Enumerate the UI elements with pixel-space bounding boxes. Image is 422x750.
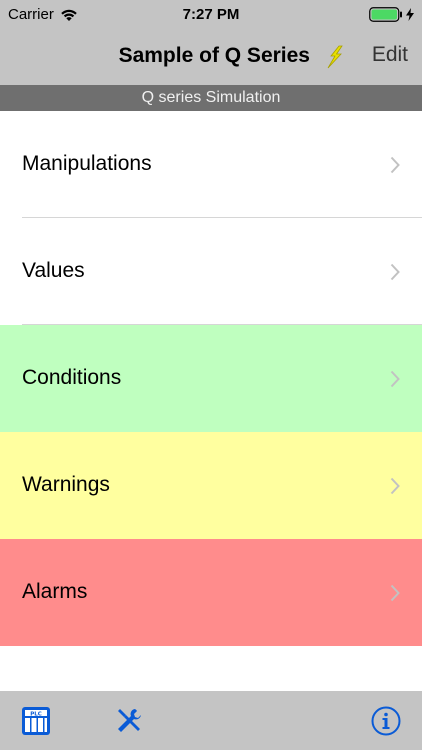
chevron-right-icon <box>390 477 400 495</box>
tab-bar: PLC <box>0 691 422 750</box>
info-icon[interactable] <box>370 705 402 737</box>
battery-icon <box>369 7 402 22</box>
chevron-right-icon <box>390 584 400 602</box>
menu-row-conditions[interactable]: Conditions <box>0 325 422 432</box>
chevron-right-icon <box>390 263 400 281</box>
app-screen: Carrier 7:27 PM Sample of Q Series Edit <box>0 0 422 750</box>
charging-bolt-icon <box>406 8 414 21</box>
menu-row-values[interactable]: Values <box>0 218 422 325</box>
row-label: Warnings <box>22 473 110 496</box>
row-label: Conditions <box>22 366 122 389</box>
menu-row-warnings[interactable]: Warnings <box>0 432 422 539</box>
chevron-right-icon <box>390 156 400 174</box>
row-label: Manipulations <box>22 152 152 175</box>
row-label: Alarms <box>22 580 88 603</box>
status-bar: Carrier 7:27 PM <box>0 0 422 30</box>
svg-text:PLC: PLC <box>30 711 42 717</box>
edit-button[interactable]: Edit <box>372 43 408 67</box>
plc-icon[interactable]: PLC <box>20 705 52 737</box>
chevron-right-icon <box>390 370 400 388</box>
page-title: Sample of Q Series <box>118 44 310 67</box>
menu-row-alarms[interactable]: Alarms <box>0 539 422 646</box>
lightning-icon[interactable] <box>322 44 346 70</box>
section-header: Q series Simulation <box>0 85 422 111</box>
row-label: Values <box>22 259 85 282</box>
status-right <box>369 7 414 22</box>
navigation-bar: Sample of Q Series Edit <box>0 30 422 85</box>
menu-row-manipulations[interactable]: Manipulations <box>0 111 422 218</box>
tools-icon[interactable] <box>113 705 145 737</box>
status-time: 7:27 PM <box>182 6 240 23</box>
menu-list: Manipulations Values Conditions Warnings <box>0 111 422 646</box>
